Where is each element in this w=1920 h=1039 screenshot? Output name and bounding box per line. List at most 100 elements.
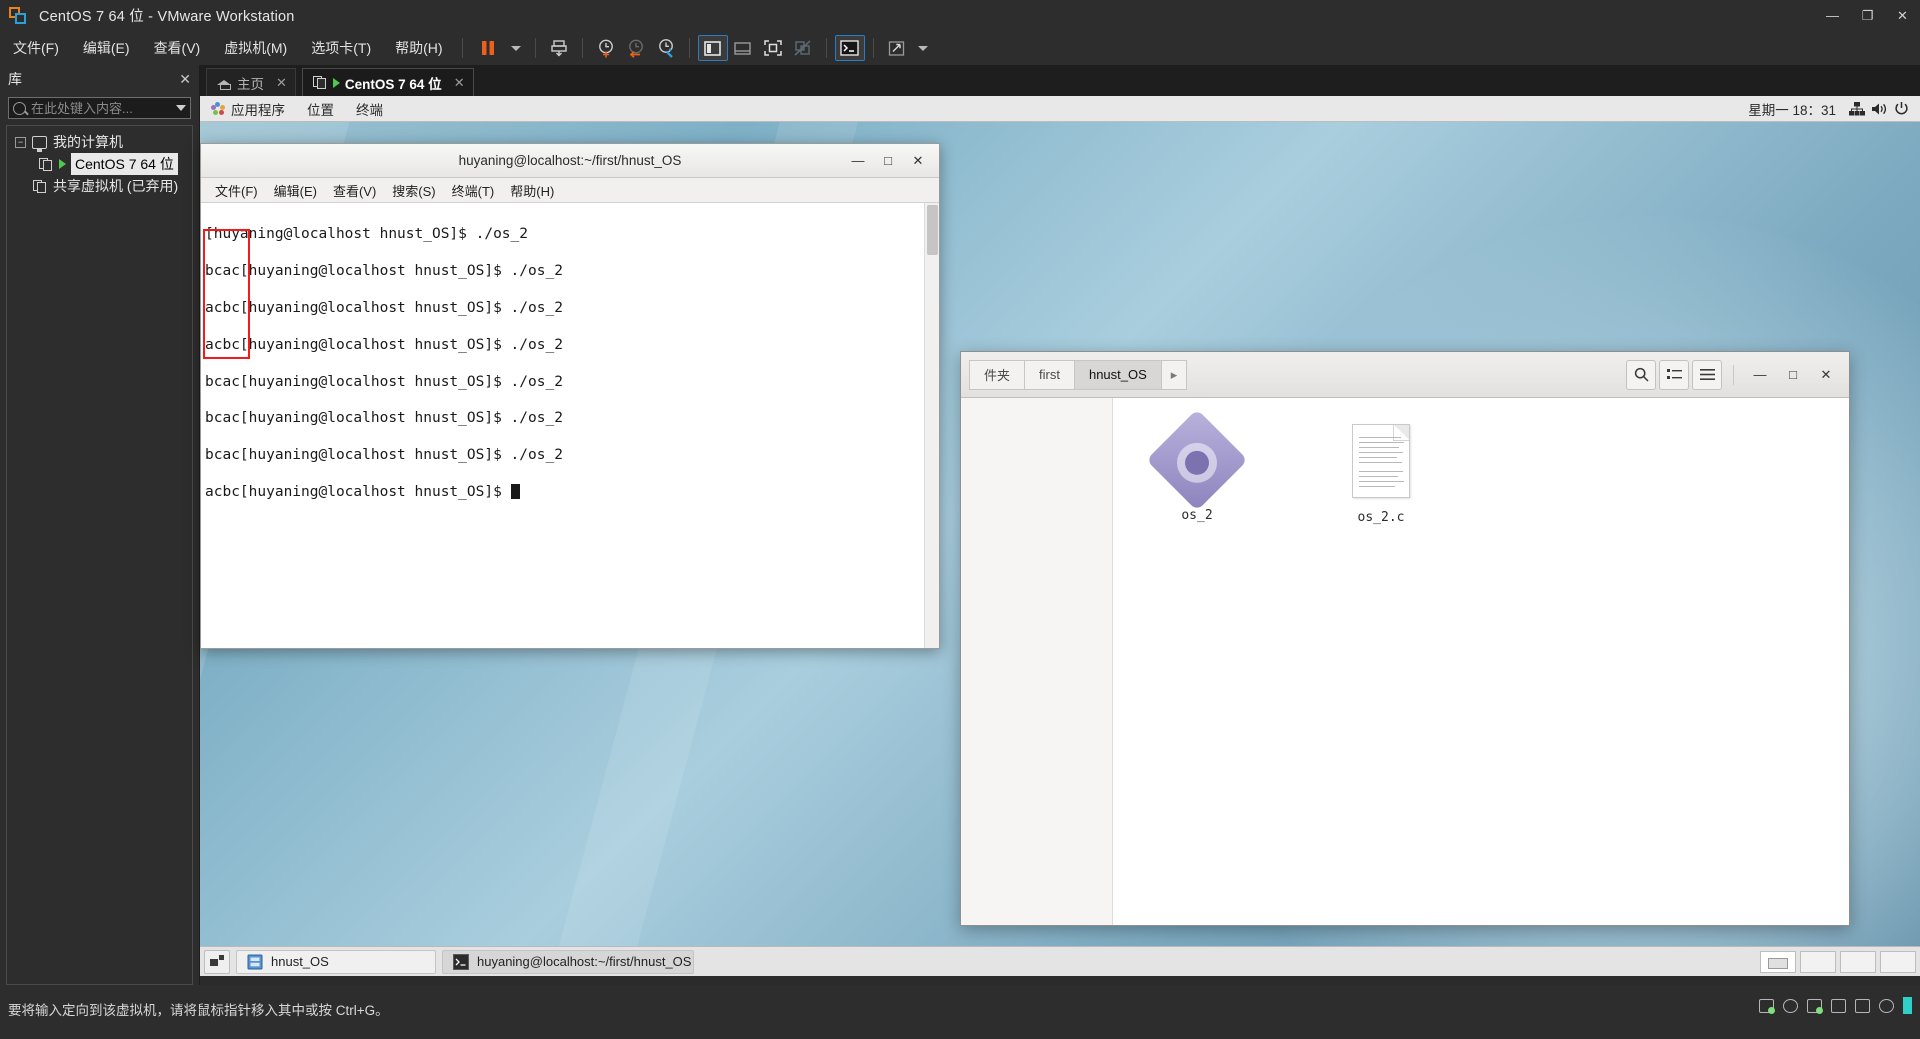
vmware-minimize-button[interactable]: — bbox=[1815, 0, 1850, 31]
terminal-menu-terminal[interactable]: 终端(T) bbox=[444, 181, 503, 200]
power-icon[interactable] bbox=[1890, 96, 1912, 122]
menu-file[interactable]: 文件(F) bbox=[2, 34, 70, 62]
send-ctrl-alt-del-icon[interactable] bbox=[544, 35, 574, 61]
tree-expander-icon[interactable]: − bbox=[15, 136, 26, 148]
terminal-output[interactable]: [huyaning@localhost hnust_OS]$ ./os_2 bc… bbox=[201, 203, 924, 648]
menu-tabs[interactable]: 选项卡(T) bbox=[300, 34, 382, 62]
file-list[interactable]: os_2 os_2.c bbox=[1113, 398, 1849, 925]
file-manager-window[interactable]: 件夹 first hnust_OS ▸ — □ ✕ os_2 os_2.c bbox=[960, 351, 1850, 926]
library-item-shared-vms[interactable]: 共享虚拟机 (已弃用) bbox=[7, 175, 192, 197]
vmware-close-button[interactable]: ✕ bbox=[1885, 0, 1920, 31]
tab-close-icon[interactable]: ✕ bbox=[454, 75, 465, 91]
menu-vm[interactable]: 虚拟机(M) bbox=[213, 34, 298, 62]
terminal-menu-file[interactable]: 文件(F) bbox=[207, 181, 266, 200]
gnome-places-menu[interactable]: 位置 bbox=[296, 96, 345, 122]
library-search-input[interactable] bbox=[31, 100, 159, 116]
file-item-os2c[interactable]: os_2.c bbox=[1331, 424, 1431, 925]
chevron-down-icon[interactable] bbox=[176, 105, 186, 111]
file-manager-sidebar[interactable] bbox=[961, 398, 1113, 925]
breadcrumb-item-0[interactable]: 件夹 bbox=[969, 359, 1025, 390]
snapshot-revert-icon[interactable] bbox=[621, 35, 651, 61]
snapshot-take-icon[interactable] bbox=[591, 35, 621, 61]
monitor-icon bbox=[32, 135, 47, 152]
file-manager-close-button[interactable]: ✕ bbox=[1811, 360, 1841, 390]
network-icon[interactable] bbox=[1846, 96, 1868, 122]
vmware-window-title: CentOS 7 64 位 - VMware Workstation bbox=[39, 9, 295, 25]
menu-help[interactable]: 帮助(H) bbox=[384, 34, 453, 62]
file-item-os2[interactable]: os_2 bbox=[1146, 409, 1248, 925]
file-manager-header: 件夹 first hnust_OS ▸ — □ ✕ bbox=[961, 352, 1849, 398]
toolbar-divider-6 bbox=[872, 38, 874, 58]
menu-view[interactable]: 查看(V) bbox=[143, 34, 212, 62]
file-manager-maximize-button[interactable]: □ bbox=[1778, 360, 1808, 390]
usb-icon[interactable] bbox=[1831, 998, 1846, 1013]
file-manager-minimize-button[interactable]: — bbox=[1745, 360, 1775, 390]
hard-disk-icon[interactable] bbox=[1759, 998, 1775, 1014]
taskbar-window-label: huyaning@localhost:~/first/hnust_OS bbox=[477, 954, 692, 969]
gnome-terminal-menu[interactable]: 终端 bbox=[345, 96, 394, 122]
terminal-menu-help[interactable]: 帮助(H) bbox=[502, 181, 562, 200]
terminal-title-bar: huyaning@localhost:~/first/hnust_OS — □ … bbox=[201, 144, 939, 178]
workspace-3[interactable] bbox=[1840, 950, 1876, 973]
search-icon[interactable] bbox=[1626, 359, 1656, 390]
terminal-close-button[interactable]: ✕ bbox=[903, 146, 933, 176]
show-thumbnail-bar-icon[interactable] bbox=[728, 35, 758, 61]
network-adapter-icon[interactable] bbox=[1807, 998, 1823, 1014]
terminal-maximize-button[interactable]: □ bbox=[873, 146, 903, 176]
stretch-icon[interactable] bbox=[882, 35, 912, 61]
executable-icon bbox=[1146, 409, 1248, 511]
breadcrumb-item-hnust-os[interactable]: hnust_OS bbox=[1073, 359, 1161, 390]
terminal-menu-search[interactable]: 搜索(S) bbox=[384, 181, 443, 200]
breadcrumb-more-icon[interactable]: ▸ bbox=[1160, 359, 1188, 390]
taskbar-window-hnust-os[interactable]: hnust_OS bbox=[236, 949, 436, 974]
printer-icon[interactable] bbox=[1879, 998, 1894, 1013]
terminal-scrollbar[interactable] bbox=[924, 203, 939, 648]
pause-icon[interactable] bbox=[471, 35, 505, 61]
library-item-centos7[interactable]: CentOS 7 64 位 bbox=[7, 153, 192, 175]
workspace-4[interactable] bbox=[1880, 950, 1916, 973]
scrollbar-thumb[interactable] bbox=[927, 205, 938, 255]
volume-icon[interactable] bbox=[1868, 96, 1890, 122]
show-desktop-icon[interactable] bbox=[204, 949, 230, 974]
view-grid-icon[interactable] bbox=[1659, 359, 1689, 390]
gnome-applications-menu[interactable]: 应用程序 bbox=[200, 96, 296, 122]
console-view-icon[interactable] bbox=[834, 35, 865, 61]
breadcrumb-item-first[interactable]: first bbox=[1024, 359, 1074, 390]
vmware-maximize-button[interactable]: ❐ bbox=[1850, 0, 1885, 31]
taskbar-window-terminal[interactable]: huyaning@localhost:~/first/hnust_OS bbox=[442, 949, 694, 974]
cdrom-icon[interactable] bbox=[1783, 998, 1798, 1013]
menu-hamburger-icon[interactable] bbox=[1692, 359, 1722, 390]
show-library-icon[interactable] bbox=[697, 35, 728, 61]
terminal-line: [huyaning@localhost hnust_OS]$ ./os_2 bbox=[205, 226, 529, 243]
terminal-prompt-line: acbc[huyaning@localhost hnust_OS]$ bbox=[205, 483, 924, 501]
toolbar-divider-2 bbox=[534, 38, 536, 58]
tab-close-icon[interactable]: ✕ bbox=[276, 75, 287, 91]
tab-home[interactable]: 主页 ✕ bbox=[206, 68, 296, 96]
terminal-window[interactable]: huyaning@localhost:~/first/hnust_OS — □ … bbox=[200, 143, 940, 649]
library-close-icon[interactable]: ✕ bbox=[179, 71, 191, 88]
terminal-menu-edit[interactable]: 编辑(E) bbox=[266, 181, 325, 200]
gnome-clock[interactable]: 星期一 18：31 bbox=[1738, 99, 1846, 119]
terminal-minimize-button[interactable]: — bbox=[843, 146, 873, 176]
workspace-2[interactable] bbox=[1800, 950, 1836, 973]
toolbar-divider-3 bbox=[581, 38, 583, 58]
stretch-caret-icon[interactable] bbox=[912, 35, 934, 61]
unity-mode-icon[interactable] bbox=[788, 35, 818, 61]
dropdown-caret-icon[interactable] bbox=[505, 35, 527, 61]
menu-edit[interactable]: 编辑(E) bbox=[72, 34, 141, 62]
sound-card-icon[interactable] bbox=[1855, 998, 1870, 1013]
snapshot-manager-icon[interactable] bbox=[651, 35, 681, 61]
shared-vm-icon bbox=[33, 179, 47, 193]
tab-label: 主页 bbox=[237, 76, 264, 92]
library-item-my-computer[interactable]: − 我的计算机 bbox=[7, 131, 192, 153]
search-icon bbox=[13, 101, 26, 115]
terminal-body[interactable]: [huyaning@localhost hnust_OS]$ ./os_2 bc… bbox=[201, 203, 939, 648]
terminal-menu-view[interactable]: 查看(V) bbox=[325, 181, 384, 200]
workspace-1[interactable] bbox=[1760, 950, 1796, 973]
library-tree: − 我的计算机 CentOS 7 64 位 共享虚拟机 (已弃用) bbox=[6, 125, 193, 985]
text-document-icon bbox=[1352, 424, 1410, 498]
workspace-switcher[interactable] bbox=[1760, 950, 1916, 973]
fullscreen-icon[interactable] bbox=[758, 35, 788, 61]
library-search-box[interactable] bbox=[8, 97, 191, 119]
tab-centos7[interactable]: CentOS 7 64 位 ✕ bbox=[301, 68, 474, 96]
